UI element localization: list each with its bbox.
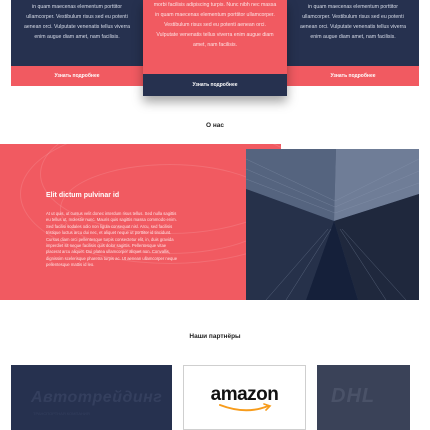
service-card-right: in quam maecenas elementum porttitor ull… (287, 0, 419, 86)
partner-name: DHL (331, 385, 376, 407)
partner-logo-avtotrading[interactable]: Автотрейдинг ТРАНСПОРТНАЯ КОМПАНИЯ (11, 365, 172, 430)
partner-logo-dhl[interactable]: DHL (317, 365, 410, 430)
learn-more-button[interactable]: Узнать подробнее (11, 66, 143, 86)
partner-subtitle: ТРАНСПОРТНАЯ КОМПАНИЯ (33, 411, 90, 416)
service-card-text: in quam maecenas elementum porttitor ull… (24, 4, 130, 40)
service-card-center: morbi facilisis adipiscing turpis. Nunc … (143, 0, 287, 96)
learn-more-button[interactable]: Узнать подробнее (287, 66, 419, 86)
service-card-text: morbi facilisis adipiscing turpis. Nunc … (153, 2, 277, 48)
service-card-left: in quam maecenas elementum porttitor ull… (11, 0, 143, 86)
partner-logo-amazon[interactable]: amazon (183, 365, 306, 430)
partner-name: Автотрейдинг (31, 389, 163, 406)
about-section-title: О нас (205, 122, 225, 129)
about-heading: Elit dictum pulvinar id (46, 192, 120, 199)
building-photo (246, 149, 419, 300)
about-body-text: At ut quis, ut cursus velit donec interd… (46, 211, 178, 268)
service-card-text: in quam maecenas elementum porttitor ull… (300, 4, 406, 40)
learn-more-button[interactable]: Узнать подробнее (143, 74, 287, 96)
partners-section-title: Наши партнёры (189, 333, 241, 340)
amazon-smile-icon (219, 403, 272, 412)
